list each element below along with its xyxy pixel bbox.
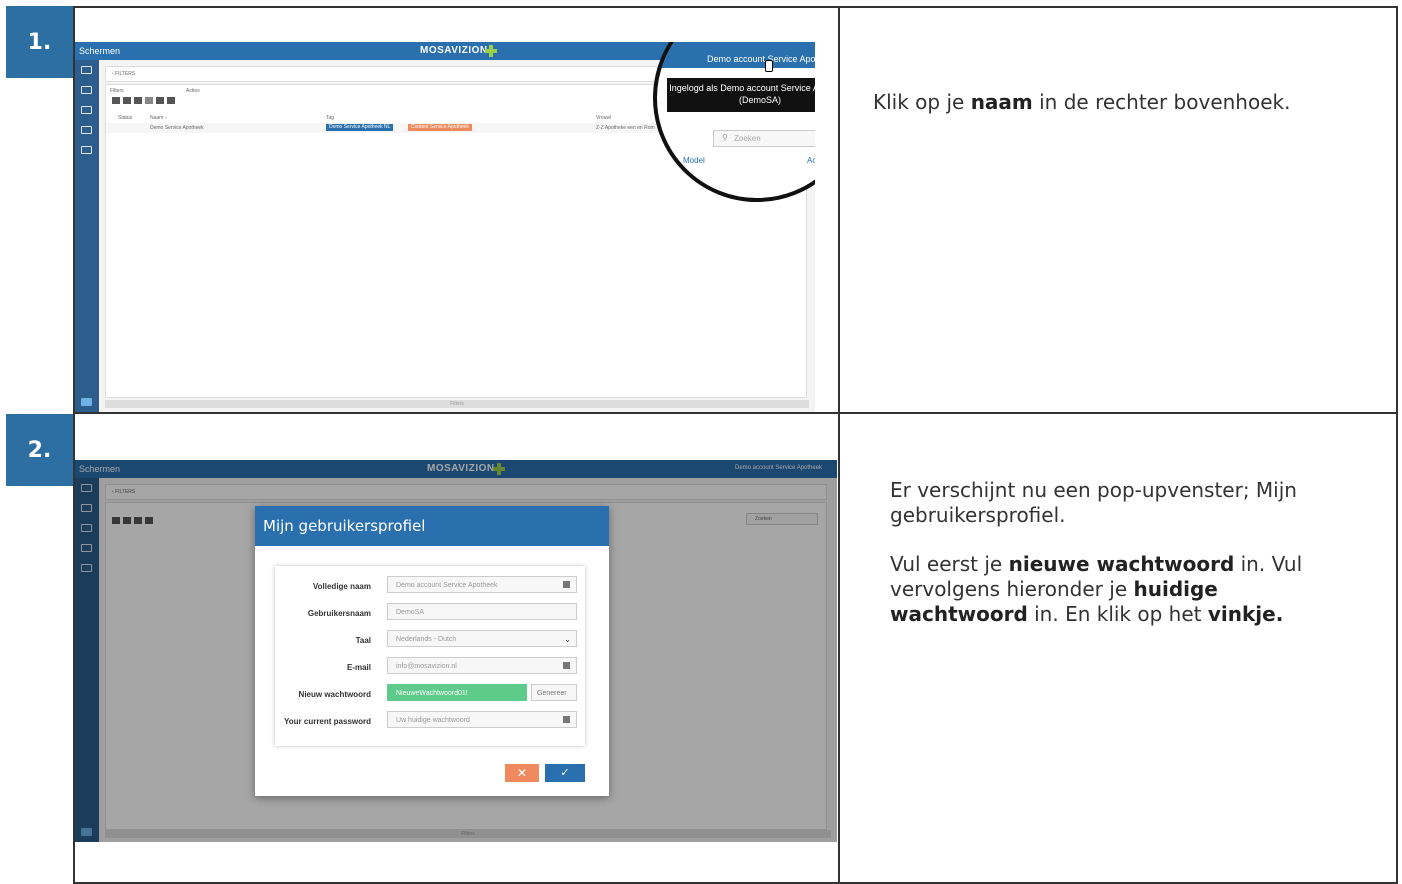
- row-name: Demo Service Apotheek: [150, 125, 204, 131]
- folder-icon[interactable]: [81, 106, 92, 114]
- tooltip: Ingelogd als Demo account Service Apothe…: [667, 78, 815, 112]
- row-tag: Demo Service Apotheek NL: [326, 124, 394, 131]
- search-input[interactable]: ⚲ Zoeken: [713, 130, 815, 147]
- close-icon: ✕: [516, 766, 528, 780]
- label-language: Taal: [355, 636, 371, 645]
- filter-button[interactable]: [112, 97, 120, 104]
- contact-card-icon: [563, 716, 570, 723]
- label-full-name: Volledige naam: [312, 582, 371, 591]
- username-field[interactable]: DemoSA: [387, 603, 577, 620]
- contact-card-icon: [563, 581, 570, 588]
- confirm-button[interactable]: ✓: [545, 764, 585, 782]
- brand-logo: MOSAVIZION: [420, 45, 488, 56]
- contact-card-icon: [563, 662, 570, 669]
- check-icon: ✓: [560, 767, 570, 779]
- step-2-screenshot: Schermen MOSAVIZION Demo account Service…: [75, 460, 837, 842]
- logout-icon[interactable]: [81, 398, 92, 406]
- layout-icon[interactable]: [81, 126, 92, 134]
- search-icon: ⚲: [722, 133, 728, 142]
- generate-password-button[interactable]: Genereer: [531, 684, 577, 701]
- column-info: Vrouwl: [596, 115, 612, 121]
- actions-label: Acties: [186, 88, 200, 94]
- filters-label: Filters: [110, 88, 124, 94]
- footer-bar: Filters: [105, 400, 809, 408]
- label-new-password: Nieuw wachtwoord: [298, 690, 371, 699]
- filter-button[interactable]: [134, 97, 142, 104]
- label-username: Gebruikersnaam: [307, 609, 371, 618]
- step-1-text-cell: [838, 6, 1398, 414]
- sidebar: [75, 60, 99, 412]
- actions-link[interactable]: Acties: [807, 156, 815, 165]
- language-select[interactable]: Nederlands - Dutch ⌄: [387, 630, 577, 647]
- search-placeholder: Zoeken: [734, 134, 761, 143]
- chevron-down-icon: ⌄: [564, 635, 571, 644]
- step-2-number: 2.: [6, 414, 73, 486]
- calendar-icon[interactable]: [81, 146, 92, 154]
- breadcrumb[interactable]: ‹ FILTERS: [112, 71, 135, 77]
- step-2-paragraph-1: Er verschijnt nu een pop-upvenster; Mijn…: [890, 478, 1297, 527]
- step-2-paragraph-2: Vul eerst je nieuwe wachtwoord in. Vul v…: [890, 552, 1303, 626]
- row-info: Z-Z Apotheke een en Rom: [596, 125, 655, 131]
- table-row[interactable]: Demo Service Apotheek Demo Service Apoth…: [108, 123, 668, 133]
- image-icon[interactable]: [81, 86, 92, 94]
- profile-modal: Mijn gebruikersprofiel Volledige naam De…: [255, 506, 609, 796]
- profile-form: Volledige naam Demo account Service Apot…: [275, 566, 585, 746]
- filter-button[interactable]: [167, 97, 175, 104]
- column-name[interactable]: Naam ↓: [150, 115, 167, 121]
- filter-button[interactable]: [156, 97, 164, 104]
- email-field[interactable]: info@mosavizion.nl: [387, 657, 577, 674]
- cursor-icon: [765, 60, 773, 72]
- filter-button[interactable]: [145, 97, 153, 104]
- row-tag: Content Service Apotheek: [408, 124, 472, 131]
- account-name-link[interactable]: Demo account Service Apotheek: [707, 54, 815, 64]
- column-status: Status: [118, 115, 133, 121]
- full-name-field[interactable]: Demo account Service Apotheek: [387, 576, 577, 593]
- step-1-number: 1.: [6, 6, 73, 78]
- brand-cross-icon: [485, 45, 497, 57]
- step-2-description: Er verschijnt nu een pop-upvenster; Mijn…: [890, 478, 1355, 627]
- label-current-password: Your current password: [284, 717, 371, 726]
- column-tag: Tag: [326, 115, 335, 121]
- step-1-screenshot: Schermen MOSAVIZION ‹ FILTERS Filters Ac…: [75, 42, 815, 412]
- modal-title: Mijn gebruikersprofiel: [255, 506, 609, 546]
- filter-button[interactable]: [123, 97, 131, 104]
- model-link[interactable]: Model: [683, 156, 705, 165]
- step-1-description: Klik op je naam in de rechter bovenhoek.: [873, 90, 1291, 114]
- label-email: E-mail: [346, 663, 371, 672]
- new-password-field[interactable]: NieuweWachtwoord01!: [387, 684, 527, 701]
- current-password-field[interactable]: Uw huidige wachtwoord: [387, 711, 577, 728]
- cancel-button[interactable]: ✕: [505, 764, 539, 782]
- app-title: Schermen: [79, 46, 121, 56]
- monitor-icon[interactable]: [81, 66, 92, 74]
